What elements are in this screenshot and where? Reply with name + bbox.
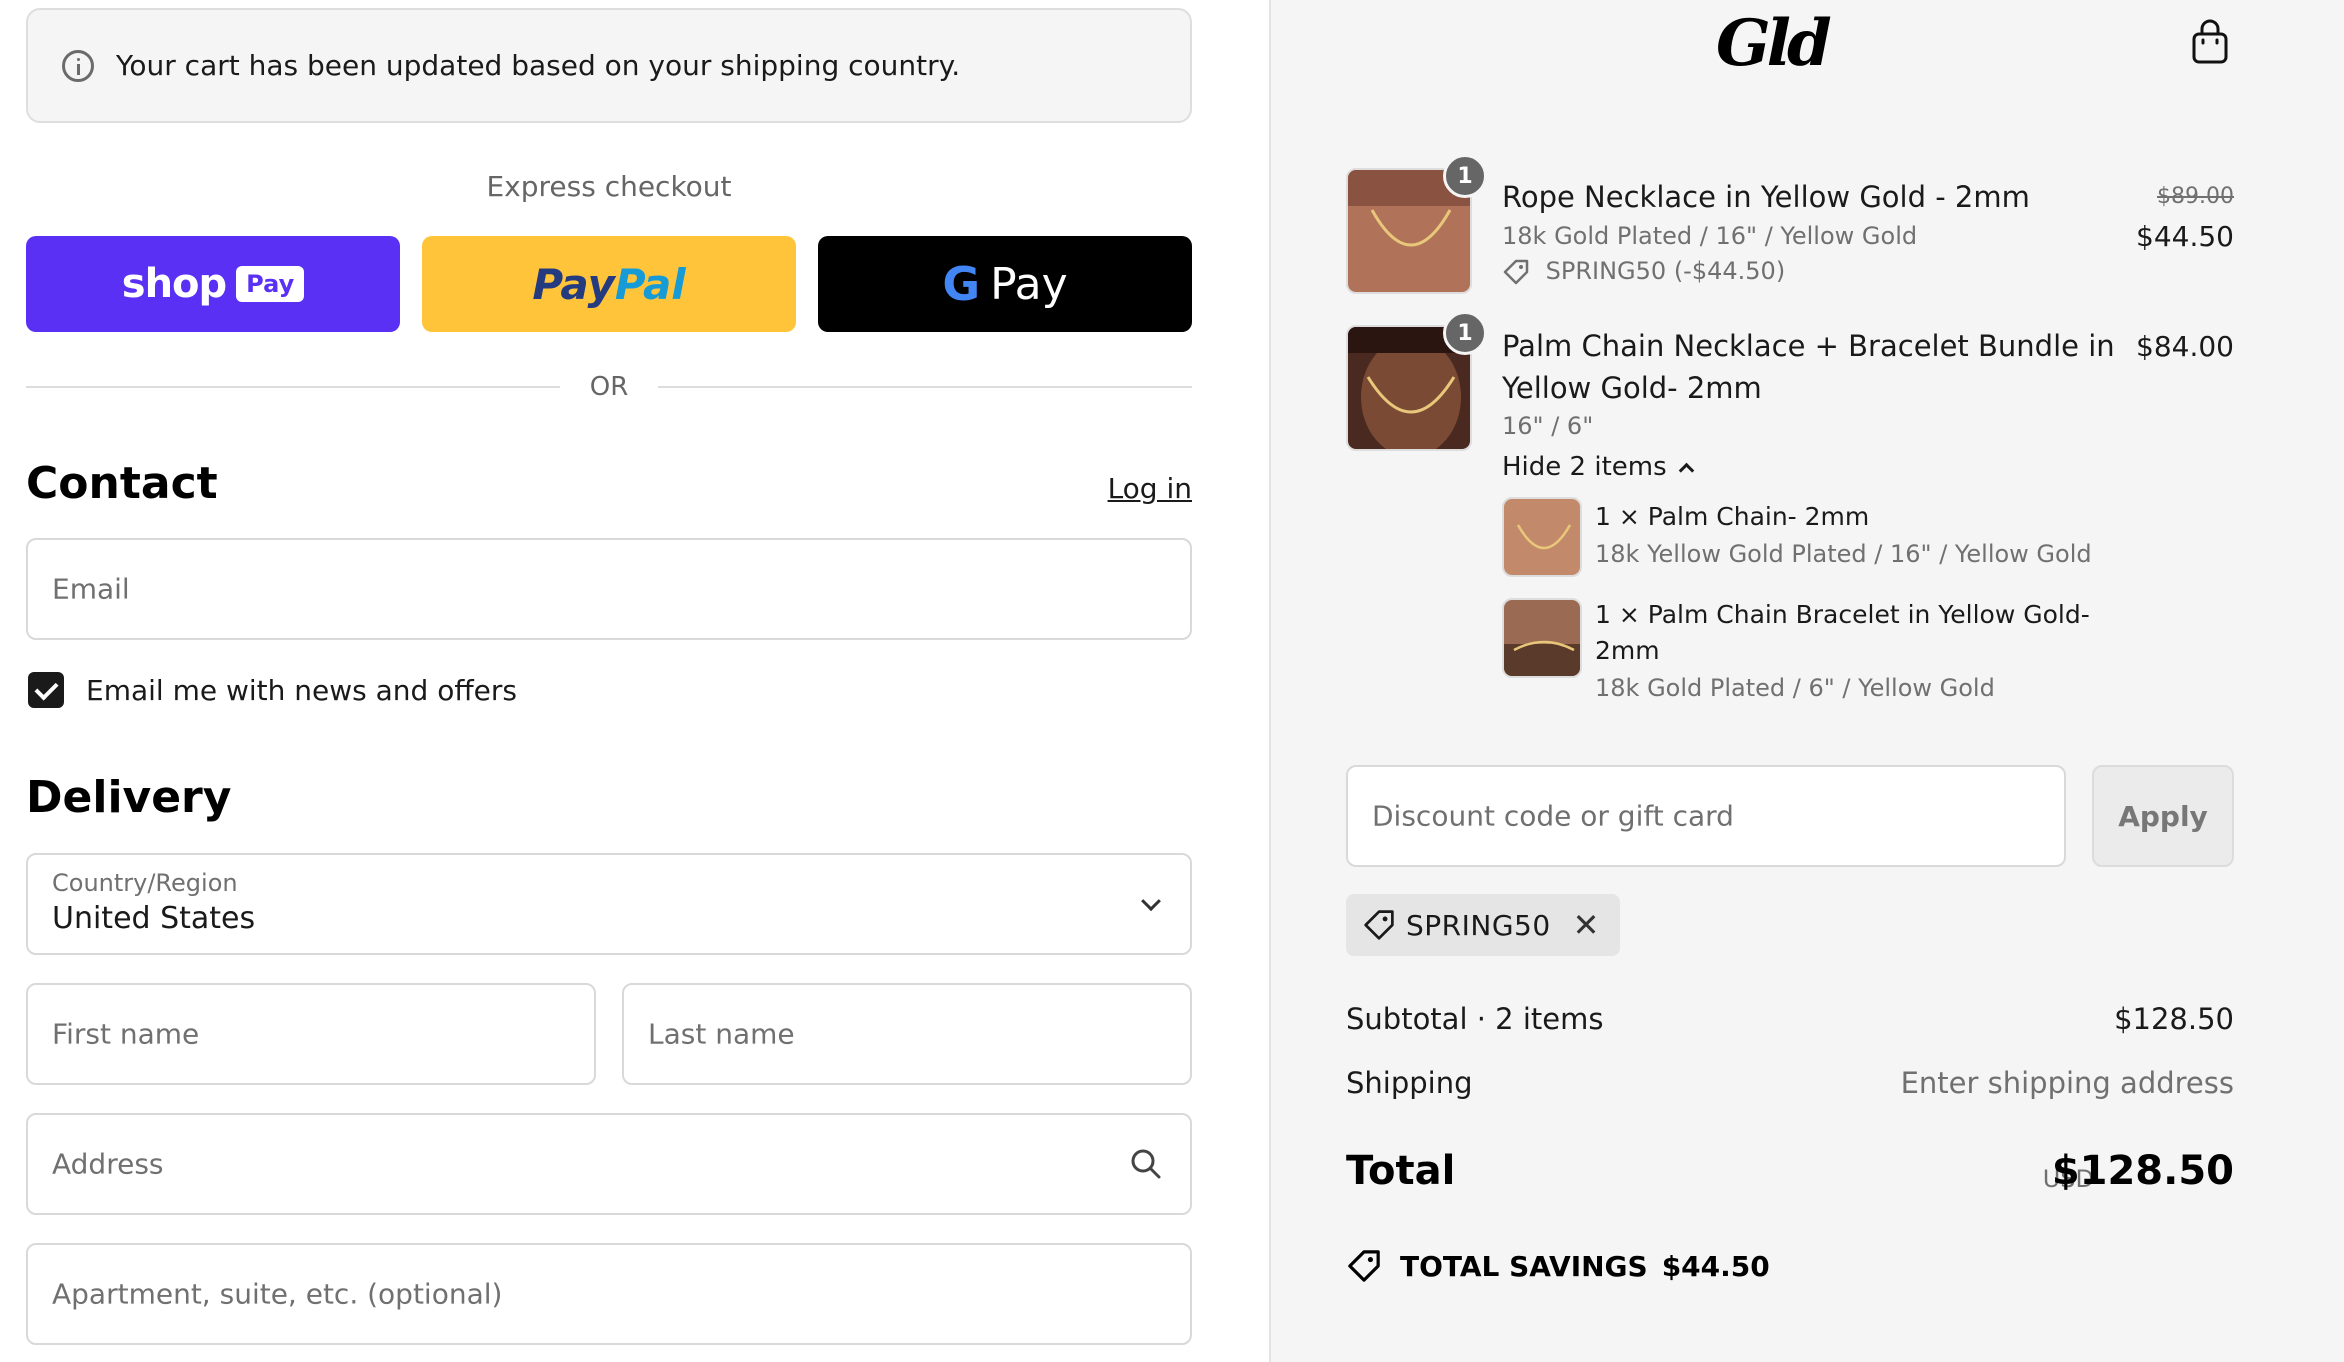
paypal-logo-pal: Pal [614,259,686,309]
shipping-label: Shipping [1346,1066,1473,1100]
country-select[interactable]: Country/Region United States [26,853,1192,955]
sub-item-title-line2: 2mm [1595,636,1660,665]
brand-logo[interactable]: Gld [1716,6,1832,81]
google-pay-label: Pay [990,258,1068,310]
item-price: $44.50 [2136,220,2234,253]
contact-title: Contact [26,458,218,509]
subtotal-value: $128.50 [2114,1002,2234,1036]
hide-items-label: Hide 2 items [1502,452,1667,482]
shipping-value: Enter shipping address [1900,1066,2234,1100]
applied-discount-chip: SPRING50 ✕ [1346,894,1620,956]
quantity-badge: 1 [1443,154,1487,198]
cart-updated-notice: Your cart has been updated based on your… [26,8,1192,123]
info-icon [62,49,94,82]
hide-items-toggle[interactable]: Hide 2 items [1502,452,1694,482]
address-field[interactable]: Address [26,1113,1192,1215]
paypal-button[interactable]: PayPal [422,236,796,332]
tag-icon [1503,259,1529,285]
item-title-line1: Palm Chain Necklace + Bracelet Bundle in [1502,329,2115,363]
apartment-placeholder: Apartment, suite, etc. (optional) [52,1277,503,1311]
sub-item-variant: 18k Yellow Gold Plated / 16" / Yellow Go… [1595,540,2092,568]
total-value: $128.50 [2051,1148,2234,1194]
notice-text: Your cart has been updated based on your… [116,49,961,82]
subtotal-label: Subtotal · 2 items [1346,1002,1604,1036]
last-name-field[interactable]: Last name [622,983,1192,1085]
express-checkout-label: Express checkout [486,170,732,203]
quantity-badge: 1 [1443,311,1487,355]
tag-icon [1364,910,1394,940]
address-placeholder: Address [52,1147,164,1181]
discount-code-text: SPRING50 (-$44.50) [1545,257,1786,285]
savings-label: TOTAL SAVINGS [1400,1249,1648,1283]
email-field[interactable]: Email [26,538,1192,640]
shop-pay-button[interactable]: shop Pay [26,236,400,332]
sub-item-variant: 18k Gold Plated / 6" / Yellow Gold [1595,674,1995,702]
divider-line-right [658,386,1192,388]
delivery-title: Delivery [26,772,232,823]
newsletter-label: Email me with news and offers [86,673,517,707]
shopping-bag-icon[interactable] [2190,18,2230,66]
country-label: Country/Region [52,869,238,897]
newsletter-checkbox[interactable] [28,672,64,708]
item-price: $84.00 [2136,330,2234,363]
first-name-placeholder: First name [52,1017,200,1051]
apply-button[interactable]: Apply [2092,765,2234,867]
shop-pay-pill: Pay [236,266,305,302]
discount-placeholder: Discount code or gift card [1372,799,1734,833]
or-text: OR [589,372,629,402]
first-name-field[interactable]: First name [26,983,596,1085]
palm-chain-image [1504,499,1580,575]
paypal-logo-pay: Pay [532,259,615,309]
palm-bracelet-image [1504,600,1580,676]
item-variant: 16" / 6" [1502,412,1594,440]
original-price: $89.00 [2157,184,2234,209]
palm-chain-thumbnail [1502,497,1582,577]
chevron-up-icon [1678,462,1694,478]
item-title-line2: Yellow Gold- 2mm [1502,371,1762,405]
item-variant: 18k Gold Plated / 16" / Yellow Gold [1502,222,1918,250]
google-pay-button[interactable]: G Pay [818,236,1192,332]
sub-item-title-line1: 1 × Palm Chain Bracelet in Yellow Gold- [1595,600,2090,629]
email-placeholder: Email [52,572,130,606]
palm-bracelet-thumbnail [1502,598,1582,678]
search-icon[interactable] [1130,1148,1162,1180]
total-savings: TOTAL SAVINGS $44.50 [1346,1248,1770,1284]
checkout-form-panel: Your cart has been updated based on your… [0,0,1269,1362]
divider-line-left [26,386,560,388]
total-label: Total [1346,1148,1456,1194]
tag-icon [1348,1250,1380,1282]
savings-value: $44.50 [1661,1249,1770,1283]
chevron-down-icon [1141,891,1161,912]
country-value: United States [52,901,256,936]
shop-pay-wordmark: shop [121,261,227,307]
google-g-icon: G [942,257,981,311]
apartment-field[interactable]: Apartment, suite, etc. (optional) [26,1243,1192,1345]
paypal-logo: PayPal [532,260,685,309]
or-divider: OR [26,370,1192,404]
log-in-link[interactable]: Log in [1108,472,1192,505]
remove-discount-icon[interactable]: ✕ [1573,906,1600,944]
item-discount: SPRING50 (-$44.50) [1502,257,1785,286]
discount-code-input[interactable]: Discount code or gift card [1346,765,2066,867]
sub-item-title: 1 × Palm Chain- 2mm [1595,502,1870,531]
applied-code: SPRING50 [1406,908,1551,942]
last-name-placeholder: Last name [648,1017,795,1051]
item-title: Rope Necklace in Yellow Gold - 2mm [1502,180,2030,214]
newsletter-option[interactable]: Email me with news and offers [28,672,517,708]
